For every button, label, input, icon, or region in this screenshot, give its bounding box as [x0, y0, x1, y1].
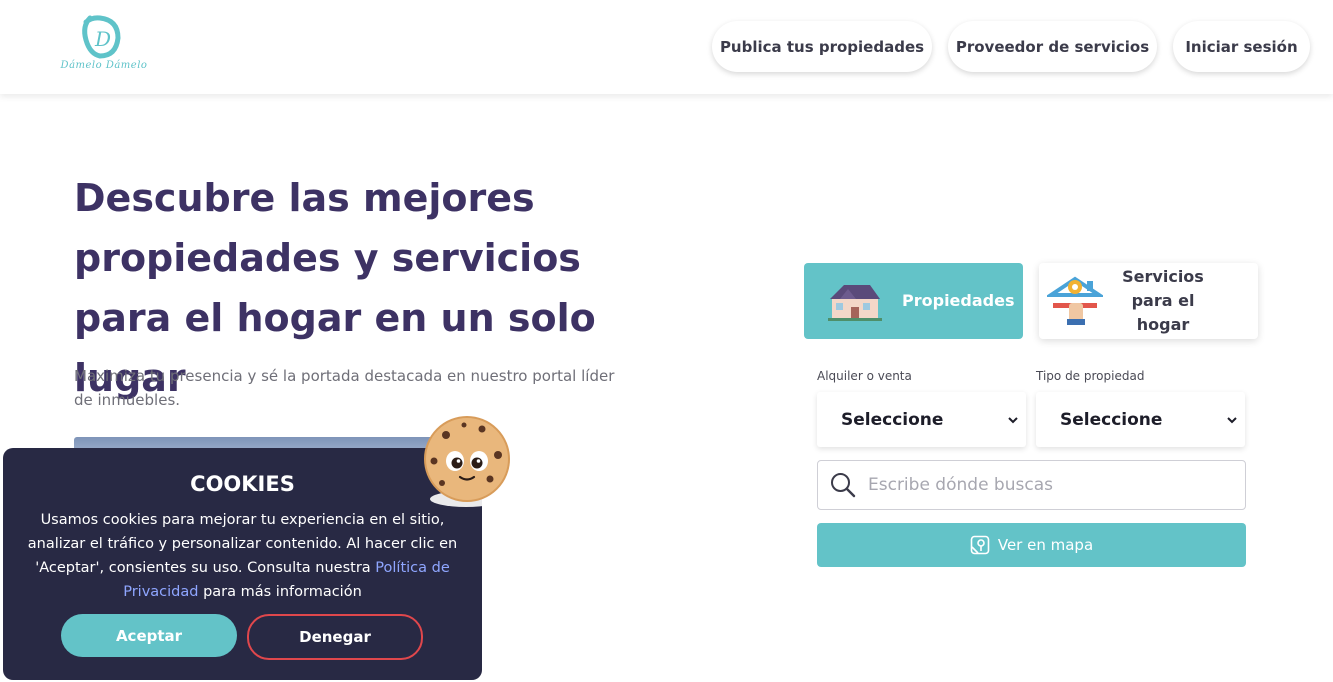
cookie-text-after-link: para más información: [198, 584, 362, 600]
repair-tools-icon: [1047, 273, 1103, 329]
chevron-down-icon: [1008, 410, 1018, 430]
map-pin-icon: [970, 535, 990, 555]
chevron-down-icon: [1227, 410, 1237, 430]
cookie-banner: COOKIES Usamos cookies para mejorar tu e…: [3, 448, 482, 680]
login-button[interactable]: Iniciar sesión: [1173, 21, 1310, 72]
rent-or-sale-label: Alquiler o venta: [817, 369, 912, 383]
logo-letter: D: [94, 27, 111, 51]
service-provider-button[interactable]: Proveedor de servicios: [948, 21, 1157, 72]
property-type-value: Seleccione: [1060, 409, 1163, 430]
rent-or-sale-value: Seleccione: [841, 409, 944, 430]
tab-properties-label: Propiedades: [902, 291, 1015, 310]
location-search-input[interactable]: [868, 465, 1228, 505]
view-map-label: Ver en mapa: [997, 536, 1094, 554]
publish-properties-button[interactable]: Publica tus propiedades: [712, 21, 932, 72]
property-type-select[interactable]: Seleccione: [1036, 392, 1245, 447]
house-icon: [826, 281, 884, 321]
cookie-text: Usamos cookies para mejorar tu experienc…: [25, 508, 460, 604]
view-map-button[interactable]: Ver en mapa: [817, 523, 1246, 567]
cookie-mascot-icon: [420, 415, 514, 511]
search-icon: [830, 472, 856, 498]
deny-cookies-button[interactable]: Denegar: [247, 614, 423, 660]
tab-home-services[interactable]: Servicios para el hogar: [1039, 263, 1258, 339]
location-search-field[interactable]: [817, 460, 1246, 510]
rent-or-sale-select[interactable]: Seleccione: [817, 392, 1026, 447]
logo[interactable]: D Dámelo Dámelo: [56, 12, 152, 74]
tab-properties[interactable]: Propiedades: [804, 263, 1023, 339]
cookie-title: COOKIES: [190, 472, 295, 496]
site-header: D Dámelo Dámelo Publica tus propiedades …: [0, 0, 1333, 94]
logo-text: Dámelo Dámelo: [60, 60, 148, 71]
accept-cookies-button[interactable]: Aceptar: [61, 614, 237, 657]
page: D Dámelo Dámelo Publica tus propiedades …: [0, 0, 1333, 682]
property-type-label: Tipo de propiedad: [1036, 369, 1145, 383]
logo-mark-icon: D: [82, 15, 121, 59]
tab-home-services-label: Servicios para el hogar: [1122, 267, 1204, 334]
hero-subtitle: Maximiza tu presencia y sé la portada de…: [74, 367, 615, 409]
